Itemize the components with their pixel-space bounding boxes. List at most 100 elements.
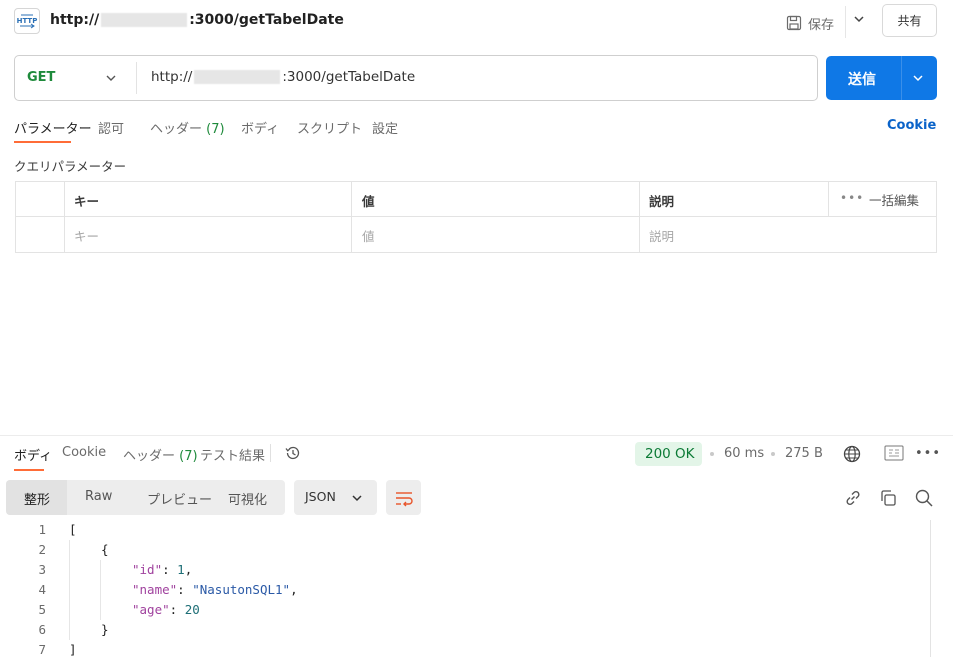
active-tab-indicator: [14, 141, 71, 143]
code-scrollbar[interactable]: [930, 520, 931, 657]
copy-icon[interactable]: [878, 488, 898, 512]
code-line-5: "age": 20: [132, 602, 200, 617]
indent-guide: [69, 540, 70, 640]
query-params-title: クエリパラメーター: [14, 159, 127, 174]
json-token: [: [69, 522, 77, 537]
wrap-lines-icon: [394, 488, 414, 512]
line-number: 3: [38, 562, 46, 577]
redacted-url-host: [194, 70, 281, 84]
params-header-description: 説明: [649, 194, 675, 209]
params-table: [15, 181, 937, 253]
tab-auth[interactable]: 認可: [98, 118, 124, 137]
cookie-link[interactable]: Cookie: [887, 118, 936, 133]
globe-icon[interactable]: [842, 444, 862, 468]
params-more-options-icon[interactable]: •••: [840, 191, 864, 205]
response-more-options-icon[interactable]: •••: [915, 446, 941, 461]
svg-text:HTTP: HTTP: [17, 17, 38, 25]
response-tab-headers-count: (7): [179, 449, 198, 464]
json-string: "NasutonSQL1": [192, 582, 291, 597]
indent-guide: [100, 560, 101, 620]
link-icon[interactable]: [843, 488, 863, 512]
meta-separator: [710, 452, 714, 456]
code-line-6: }: [101, 622, 109, 637]
params-header-value: 値: [362, 194, 375, 209]
response-tab-body[interactable]: ボディ: [14, 445, 52, 464]
line-number: 7: [38, 642, 46, 657]
response-active-tab-indicator: [14, 469, 44, 471]
bulk-edit-button[interactable]: 一括編集: [869, 190, 919, 209]
url-suffix: :3000/getTabelDate: [282, 69, 416, 85]
param-value-input[interactable]: 値: [362, 226, 375, 245]
json-number: 20: [184, 602, 200, 617]
json-number: 1: [177, 562, 185, 577]
params-col-divider: [64, 181, 65, 253]
response-divider[interactable]: [0, 435, 953, 436]
response-tab-divider: [270, 444, 271, 462]
request-title[interactable]: http://:3000/getTabelDate: [50, 12, 344, 28]
line-number: 5: [38, 602, 46, 617]
format-tab-raw[interactable]: Raw: [85, 489, 112, 504]
search-icon[interactable]: [914, 488, 934, 512]
params-col-divider: [828, 181, 829, 216]
code-line-2: {: [101, 542, 109, 557]
param-description-input[interactable]: 説明: [649, 226, 674, 245]
save-options-chevron-down-icon[interactable]: [852, 12, 866, 30]
send-options-chevron-down-icon[interactable]: [911, 71, 925, 89]
code-line-1: [: [69, 522, 77, 537]
line-number: 6: [38, 622, 46, 637]
response-size[interactable]: 275 B: [785, 446, 823, 461]
method-chevron-down-icon[interactable]: [104, 71, 118, 89]
params-header-key: キー: [74, 194, 100, 209]
tab-params[interactable]: パラメーター: [14, 118, 92, 137]
params-row-divider: [15, 216, 937, 217]
params-col-divider: [351, 181, 352, 253]
tab-headers[interactable]: ヘッダー (7): [150, 118, 225, 137]
url-bar: [14, 55, 818, 101]
format-tab-pretty[interactable]: 整形: [24, 489, 50, 508]
redacted-host: [101, 13, 188, 27]
status-code: 200 OK: [645, 446, 695, 462]
share-label: 共有: [897, 14, 922, 28]
method-select[interactable]: GET: [27, 70, 55, 85]
tab-body[interactable]: ボディ: [241, 118, 279, 137]
send-divider: [901, 56, 902, 100]
url-prefix: http://: [151, 69, 193, 85]
save-button[interactable]: 保存: [786, 9, 834, 37]
save-response-icon[interactable]: [884, 445, 904, 465]
language-label: JSON: [305, 489, 336, 504]
json-key: "name": [132, 582, 178, 597]
json-key: "age": [132, 602, 170, 617]
format-tab-preview[interactable]: プレビュー: [147, 489, 212, 508]
json-token: {: [101, 542, 109, 557]
code-line-7: ]: [69, 642, 77, 657]
format-tab-visualize[interactable]: 可視化: [228, 489, 267, 508]
response-tab-cookie[interactable]: Cookie: [62, 445, 106, 460]
line-number: 4: [38, 582, 46, 597]
meta-separator: [771, 452, 775, 456]
code-line-4: "name": "NasutonSQL1",: [132, 582, 298, 597]
response-tab-headers-label: ヘッダー: [123, 449, 176, 464]
save-divider: [845, 6, 846, 38]
json-token: ]: [69, 642, 77, 657]
tab-settings[interactable]: 設定: [372, 118, 398, 137]
tab-scripts[interactable]: スクリプト: [297, 118, 362, 137]
history-icon[interactable]: [284, 444, 302, 466]
response-tab-headers[interactable]: ヘッダー (7): [123, 445, 198, 464]
language-chevron-down-icon[interactable]: [350, 491, 364, 509]
url-input[interactable]: http:// :3000/getTabelDate: [151, 69, 415, 85]
save-label: 保存: [808, 17, 835, 33]
json-token: }: [101, 622, 109, 637]
right-scroll-gutter: [953, 0, 968, 657]
code-line-3: "id": 1,: [132, 562, 193, 577]
line-number: 2: [38, 542, 46, 557]
param-key-input[interactable]: キー: [74, 226, 99, 245]
response-time[interactable]: 60 ms: [724, 446, 764, 461]
params-col-divider: [639, 181, 640, 253]
tab-headers-count: (7): [206, 122, 225, 137]
response-tab-test-results[interactable]: テスト結果: [200, 445, 265, 464]
tab-headers-label: ヘッダー: [150, 122, 203, 137]
share-button[interactable]: 共有: [882, 4, 937, 37]
url-divider: [136, 62, 137, 94]
send-label[interactable]: 送信: [848, 69, 876, 89]
save-icon: [786, 15, 802, 31]
